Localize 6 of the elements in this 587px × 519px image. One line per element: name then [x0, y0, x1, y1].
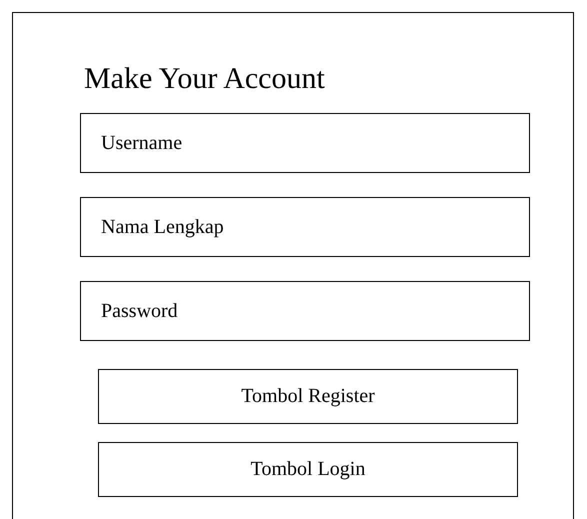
- login-button[interactable]: Tombol Login: [98, 442, 518, 497]
- input-field[interactable]: Password: [80, 281, 530, 341]
- register-button[interactable]: Tombol Register: [98, 369, 518, 424]
- input-field[interactable]: Username: [80, 113, 530, 173]
- form-title: Make Your Account: [84, 61, 326, 97]
- input-field[interactable]: Nama Lengkap: [80, 197, 530, 257]
